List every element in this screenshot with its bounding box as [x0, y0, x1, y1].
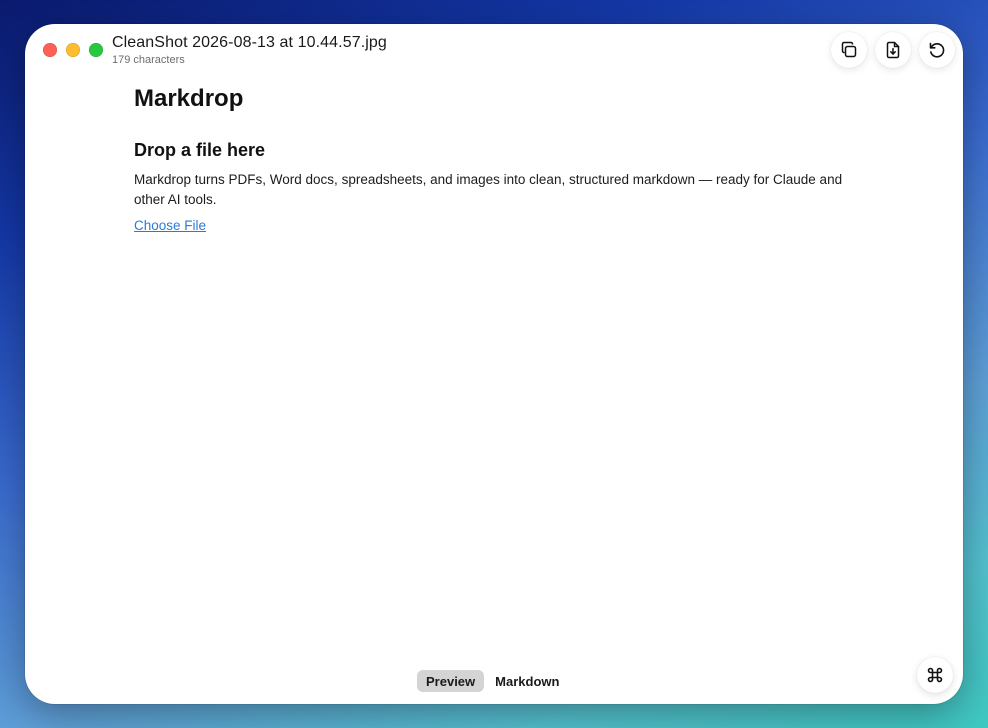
window-title: CleanShot 2026-08-13 at 10.44.57.jpg	[112, 34, 387, 51]
choose-file-link[interactable]: Choose File	[134, 218, 206, 233]
app-window: CleanShot 2026-08-13 at 10.44.57.jpg 179…	[25, 24, 963, 704]
reset-button[interactable]	[919, 32, 955, 68]
tab-markdown[interactable]: Markdown	[486, 670, 568, 692]
drop-zone-heading: Drop a file here	[134, 140, 266, 160]
view-toggle: Preview Markdown	[415, 668, 571, 694]
minimize-window-button[interactable]	[66, 43, 80, 57]
character-count: 179 characters	[112, 54, 185, 66]
download-button[interactable]	[875, 32, 911, 68]
tab-preview[interactable]: Preview	[417, 670, 485, 692]
download-file-icon	[886, 41, 900, 59]
command-icon	[927, 667, 943, 683]
copy-button[interactable]	[831, 32, 867, 68]
description-text: Markdrop turns PDFs, Word docs, spreadsh…	[134, 172, 843, 207]
window-title-block: CleanShot 2026-08-13 at 10.44.57.jpg	[112, 33, 387, 53]
close-window-button[interactable]	[43, 43, 57, 57]
command-button[interactable]	[917, 657, 953, 693]
zoom-window-button[interactable]	[89, 43, 103, 57]
reset-icon	[929, 42, 945, 58]
toolbar	[831, 32, 955, 68]
traffic-lights	[43, 43, 103, 57]
page-title: Markdrop	[134, 85, 244, 112]
preview-content: Markdrop Drop a file here Markdrop turns…	[134, 80, 854, 235]
copy-icon	[841, 41, 857, 58]
